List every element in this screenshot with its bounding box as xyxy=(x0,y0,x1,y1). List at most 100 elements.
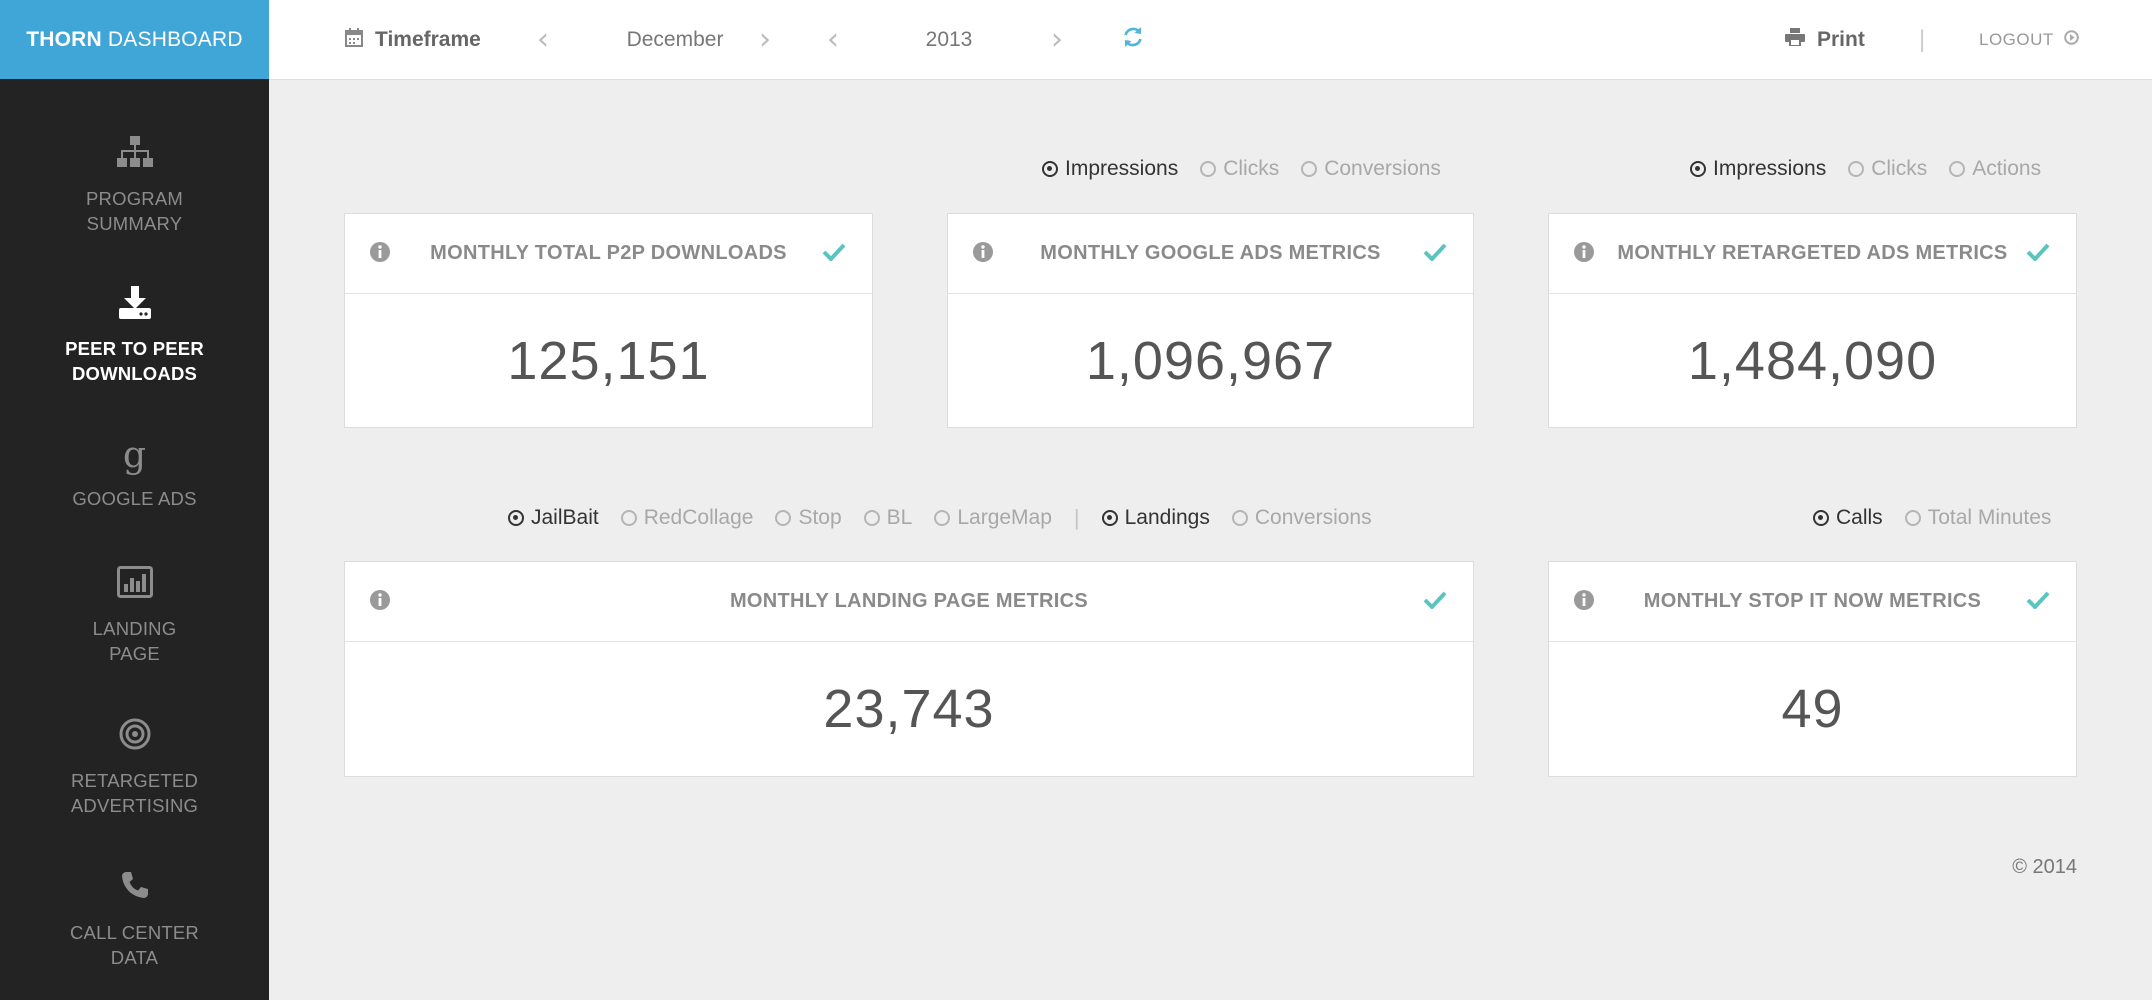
radio-dot-icon xyxy=(1690,161,1706,177)
radio-conversions[interactable]: Conversions xyxy=(1231,506,1372,530)
info-icon[interactable] xyxy=(369,589,391,616)
sitemap-icon xyxy=(0,136,269,176)
radio-dot-icon xyxy=(863,510,880,526)
chevron-right-icon: › xyxy=(759,22,771,57)
radio-jailbait[interactable]: JailBait xyxy=(508,506,599,530)
sidebar-item-retargeted-advertising[interactable]: RETARGETED ADVERTISING xyxy=(0,718,269,818)
month-next-button[interactable]: › xyxy=(759,0,771,79)
radio-impressions[interactable]: Impressions xyxy=(1042,157,1178,181)
print-label: Print xyxy=(1817,27,1865,51)
radio-conversions[interactable]: Conversions xyxy=(1301,157,1441,181)
check-icon xyxy=(2026,243,2050,266)
card-title: MONTHLY RETARGETED ADS METRICS xyxy=(1617,242,2008,264)
refresh-button[interactable] xyxy=(1122,0,1144,79)
target-icon xyxy=(0,718,269,758)
sidebar-item-peer-to-peer[interactable]: PEER TO PEER DOWNLOADS xyxy=(0,286,269,386)
check-icon xyxy=(1423,591,1447,614)
brand-rest: DASHBOARD xyxy=(107,27,243,51)
radio-actions[interactable]: Actions xyxy=(1949,157,2041,181)
google-ads-card: MONTHLY GOOGLE ADS METRICS 1,096,967 xyxy=(947,213,1474,428)
radio-dot-icon xyxy=(1848,161,1865,177)
radio-redcollage[interactable]: RedCollage xyxy=(620,506,753,530)
year-next-button[interactable]: › xyxy=(1051,0,1063,79)
radio-dot-icon xyxy=(620,510,637,526)
card-header: MONTHLY RETARGETED ADS METRICS xyxy=(1549,214,2076,294)
landing-page-card: MONTHLY LANDING PAGE METRICS 23,743 xyxy=(344,561,1474,777)
year-prev-button[interactable]: ‹ xyxy=(827,0,839,79)
landing-page-toggle: JailBait RedCollage Stop BL LargeMap | L… xyxy=(508,503,1372,533)
sidebar-item-landing-page[interactable]: LANDING PAGE xyxy=(0,566,269,666)
check-icon xyxy=(1423,243,1447,266)
card-title: MONTHLY TOTAL P2P DOWNLOADS xyxy=(430,242,787,264)
radio-dot-icon xyxy=(934,510,951,526)
info-icon[interactable] xyxy=(1573,589,1595,616)
sidebar-item-label: RETARGETED ADVERTISING xyxy=(70,770,199,816)
card-title: MONTHLY STOP IT NOW METRICS xyxy=(1643,590,1982,612)
card-header: MONTHLY STOP IT NOW METRICS xyxy=(1549,562,2076,642)
print-icon xyxy=(1785,28,1805,51)
card-header: MONTHLY TOTAL P2P DOWNLOADS xyxy=(345,214,872,294)
sidebar-item-label: LANDING PAGE xyxy=(92,618,177,664)
metric-value: 49 xyxy=(1781,678,1844,739)
check-icon xyxy=(2026,591,2050,614)
radio-dot-icon xyxy=(1904,510,1921,526)
info-icon[interactable] xyxy=(369,241,391,268)
radio-stop[interactable]: Stop xyxy=(775,506,842,530)
bar-chart-icon xyxy=(0,566,269,606)
card-title: MONTHLY LANDING PAGE METRICS xyxy=(729,590,1089,612)
card-header: MONTHLY LANDING PAGE METRICS xyxy=(345,562,1473,642)
google-ads-metric-toggle: Impressions Clicks Conversions xyxy=(1042,154,1441,184)
info-icon[interactable] xyxy=(1573,241,1595,268)
radio-calls[interactable]: Calls xyxy=(1813,506,1883,530)
topbar-separator: | xyxy=(1919,25,1926,53)
chevron-left-icon: ‹ xyxy=(827,22,839,57)
sidebar-item-call-center[interactable]: CALL CENTER DATA xyxy=(0,870,269,970)
sidebar-item-google-ads[interactable]: g GOOGLE ADS xyxy=(0,436,269,511)
phone-icon xyxy=(0,870,269,910)
logout-label: LOGOUT xyxy=(1979,29,2054,49)
metric-value: 1,096,967 xyxy=(1085,330,1336,391)
radio-dot-icon xyxy=(1231,510,1248,526)
radio-dot-icon xyxy=(1301,161,1318,177)
radio-dot-icon xyxy=(1042,161,1058,177)
metric-value: 23,743 xyxy=(823,678,995,739)
timeframe-label: Timeframe xyxy=(375,27,481,51)
month-value: December xyxy=(626,27,724,51)
metric-value: 1,484,090 xyxy=(1687,330,1938,391)
call-center-toggle: Calls Total Minutes xyxy=(1813,503,2051,533)
refresh-icon xyxy=(1122,26,1144,53)
sidebar-item-program-summary[interactable]: PROGRAM SUMMARY xyxy=(0,136,269,236)
radio-landings[interactable]: Landings xyxy=(1101,506,1210,530)
card-header: MONTHLY GOOGLE ADS METRICS xyxy=(948,214,1473,294)
radio-dot-icon xyxy=(1949,161,1966,177)
month-prev-button[interactable]: ‹ xyxy=(537,0,549,79)
brand-logo[interactable]: THORN DASHBOARD xyxy=(0,0,269,79)
stop-it-now-card: MONTHLY STOP IT NOW METRICS 49 xyxy=(1548,561,2077,777)
info-icon[interactable] xyxy=(972,241,994,268)
radio-largemap[interactable]: LargeMap xyxy=(934,506,1052,530)
p2p-downloads-card: MONTHLY TOTAL P2P DOWNLOADS 125,151 xyxy=(344,213,873,428)
radio-dot-icon xyxy=(1813,510,1829,526)
chevron-right-icon: › xyxy=(1051,22,1063,57)
retargeted-metric-toggle: Impressions Clicks Actions xyxy=(1690,154,2041,184)
radio-dot-icon xyxy=(508,510,524,526)
radio-bl[interactable]: BL xyxy=(863,506,912,530)
sidebar-item-label: PEER TO PEER DOWNLOADS xyxy=(65,338,204,384)
year-value: 2013 xyxy=(925,27,973,51)
radio-dot-icon xyxy=(1101,510,1118,526)
radio-clicks[interactable]: Clicks xyxy=(1200,157,1279,181)
retargeted-ads-card: MONTHLY RETARGETED ADS METRICS 1,484,090 xyxy=(1548,213,2077,428)
chevron-left-icon: ‹ xyxy=(537,22,549,57)
metric-value: 125,151 xyxy=(507,330,710,391)
google-g-icon: g xyxy=(122,435,147,476)
download-icon xyxy=(0,286,269,326)
print-button[interactable]: Print xyxy=(1785,0,1865,79)
logout-button[interactable]: LOGOUT xyxy=(1979,0,2079,79)
sidebar-item-label: CALL CENTER DATA xyxy=(70,922,199,968)
timeframe-control[interactable]: Timeframe xyxy=(345,0,481,79)
radio-clicks[interactable]: Clicks xyxy=(1848,157,1927,181)
radio-impressions[interactable]: Impressions xyxy=(1690,157,1826,181)
sidebar-item-label: GOOGLE ADS xyxy=(72,488,197,509)
radio-total-minutes[interactable]: Total Minutes xyxy=(1904,506,2051,530)
calendar-icon xyxy=(345,27,363,52)
